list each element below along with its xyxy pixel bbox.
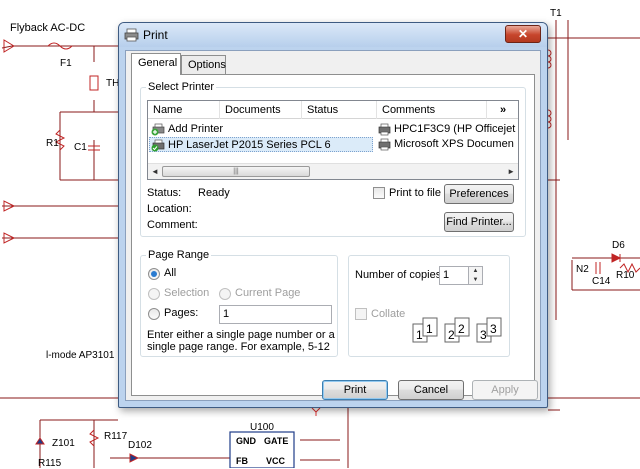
capacitor-c14-label: C14 <box>592 276 611 287</box>
ic-pin-gnd: GND <box>236 436 256 446</box>
print-to-file-label[interactable]: Print to file <box>389 187 441 199</box>
page-range-group: Page Range All Selection Current Page Pa… <box>140 249 338 357</box>
selection-label[interactable]: Selection <box>164 287 209 299</box>
fuse-label: F1 <box>60 58 72 69</box>
copies-input[interactable]: 1 <box>439 266 469 285</box>
all-pages-label[interactable]: All <box>164 267 176 279</box>
preferences-button[interactable]: Preferences <box>444 184 514 204</box>
printer-icon <box>378 138 391 151</box>
printer-list-hscrollbar[interactable]: ◄ ||| ► <box>148 163 518 179</box>
page-range-hint: Enter either a single page number or a s… <box>147 329 335 353</box>
resistor-r117-label: R117 <box>104 431 128 442</box>
copies-group: Number of copies: 1 ▲ ▼ Collate 1 1 2 2 … <box>348 255 510 357</box>
dialog-client: General Options Select Printer Name Docu… <box>125 50 541 401</box>
collate-illustration: 1 1 2 2 3 3 <box>411 316 507 349</box>
dialog-title: Print <box>143 28 168 42</box>
ic-pin-vcc: VCC <box>266 456 286 466</box>
printer-icon <box>124 28 139 42</box>
pages-radio[interactable] <box>148 308 160 320</box>
column-documents[interactable]: Documents <box>220 101 302 119</box>
dialog-titlebar[interactable]: Print ✕ <box>119 23 547 47</box>
column-comments[interactable]: Comments <box>377 101 487 119</box>
collate-doc-label: 2 <box>448 328 455 342</box>
controller-label: l-mode AP3101 <box>46 350 115 361</box>
find-printer-button[interactable]: Find Printer... <box>444 212 514 232</box>
apply-button[interactable]: Apply <box>472 380 538 400</box>
page-range-legend: Page Range <box>146 249 212 261</box>
printer-item-label: HP LaserJet P2015 Series PCL 6 <box>168 139 331 151</box>
cancel-button[interactable]: Cancel <box>398 380 464 400</box>
ic-u100-label: U100 <box>250 422 274 433</box>
select-printer-legend: Select Printer <box>146 81 217 93</box>
collate-doc-label: 1 <box>426 322 433 336</box>
location-label: Location: <box>147 203 192 215</box>
diode-d102-label: D102 <box>128 440 152 451</box>
print-to-file-checkbox[interactable] <box>373 187 385 199</box>
collate-label[interactable]: Collate <box>371 308 405 320</box>
current-page-label[interactable]: Current Page <box>235 287 300 299</box>
printer-item-add-printer[interactable]: Add Printer <box>150 122 372 137</box>
schematic-title: Flyback AC-DC <box>10 22 86 34</box>
printer-item-label: HPC1F3C9 (HP Officejet <box>394 123 516 135</box>
zener-z101-label: Z101 <box>52 438 75 449</box>
printer-item-label: Microsoft XPS Documen <box>394 138 514 150</box>
number-of-copies-label: Number of copies: <box>355 269 445 281</box>
column-status[interactable]: Status <box>302 101 377 119</box>
resistor-r1-label: R1 <box>46 138 59 149</box>
ic-pin-fb: FB <box>236 456 248 466</box>
comment-label: Comment: <box>147 219 198 231</box>
printer-list[interactable]: Name Documents Status Comments » Add Pri… <box>147 100 519 180</box>
n2-label: N2 <box>576 264 589 275</box>
resistor-r115-label: R115 <box>38 458 62 469</box>
column-more-chevron[interactable]: » <box>487 101 518 119</box>
scroll-left-icon[interactable]: ◄ <box>151 167 159 176</box>
status-label: Status: <box>147 187 182 199</box>
diode-d6-label: D6 <box>612 240 625 251</box>
print-button[interactable]: Print <box>322 380 388 400</box>
spin-up-icon[interactable]: ▲ <box>469 267 482 276</box>
printer-item-label: Add Printer <box>168 123 224 135</box>
add-printer-icon <box>151 123 165 136</box>
current-page-radio[interactable] <box>219 288 231 300</box>
pages-label[interactable]: Pages: <box>164 307 198 319</box>
collate-doc-label: 3 <box>490 322 497 336</box>
transformer-t1-label: T1 <box>550 8 562 19</box>
printer-item-microsoft-xps[interactable]: Microsoft XPS Documen <box>376 137 518 152</box>
printer-item-hp-laserjet[interactable]: HP LaserJet P2015 Series PCL 6 <box>149 137 373 152</box>
capacitor-c1-label: C1 <box>74 142 87 153</box>
collate-checkbox[interactable] <box>355 308 367 320</box>
resistor-r10-label: R10 <box>616 270 635 281</box>
spin-down-icon[interactable]: ▼ <box>469 276 482 285</box>
scroll-thumb[interactable]: ||| <box>162 166 310 177</box>
tab-general[interactable]: General <box>131 53 181 75</box>
collate-doc-label: 2 <box>458 322 465 336</box>
all-pages-radio[interactable] <box>148 268 160 280</box>
copies-spinner[interactable]: ▲ ▼ <box>468 266 483 285</box>
tab-options[interactable]: Options <box>181 55 226 75</box>
default-printer-icon <box>151 139 165 152</box>
printer-icon <box>378 123 391 136</box>
print-dialog: Print ✕ General Options Select Printer N… <box>118 22 548 408</box>
collate-doc-label: 3 <box>480 328 487 342</box>
printer-item-hpc1f3c9[interactable]: HPC1F3C9 (HP Officejet <box>376 122 518 137</box>
column-name[interactable]: Name <box>148 101 220 119</box>
select-printer-group: Select Printer Name Documents Status Com… <box>140 81 526 237</box>
ic-pin-gate: GATE <box>264 436 289 446</box>
printer-list-header: Name Documents Status Comments » <box>148 101 518 119</box>
close-button[interactable]: ✕ <box>505 25 541 43</box>
pages-input[interactable]: 1 <box>219 305 332 324</box>
scroll-right-icon[interactable]: ► <box>507 167 515 176</box>
general-tab-pane: Select Printer Name Documents Status Com… <box>131 74 535 396</box>
collate-doc-label: 1 <box>416 328 423 342</box>
status-value: Ready <box>198 187 230 199</box>
selection-radio[interactable] <box>148 288 160 300</box>
